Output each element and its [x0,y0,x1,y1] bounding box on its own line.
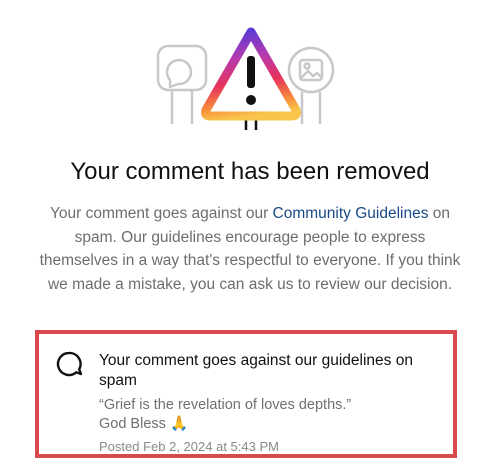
community-guidelines-link[interactable]: Community Guidelines [273,205,429,222]
comment-quote-line: “Grief is the revelation of loves depths… [99,397,352,413]
warning-illustration [156,27,335,130]
comment-signoff-line: God Bless 🙏 [99,415,449,434]
praying-hands-emoji: 🙏 [169,416,188,432]
removed-comment-text: “Grief is the revelation of loves depths… [99,396,449,434]
removal-explanation: Your comment goes against our Community … [34,202,466,296]
explanation-text-start: Your comment goes against our [49,205,273,222]
removed-comment-card: Your comment goes against our guidelines… [35,330,457,458]
speech-bubble-icon [156,44,208,124]
posted-timestamp: Posted Feb 2, 2024 at 5:43 PM [99,439,279,454]
card-heading: Your comment goes against our guidelines… [99,352,413,389]
hero-illustration [0,0,500,150]
comment-signoff-text: God Bless [99,416,166,432]
comment-bubble-icon [56,351,83,377]
page-title: Your comment has been removed [70,158,430,185]
warning-triangle-icon [201,27,301,121]
